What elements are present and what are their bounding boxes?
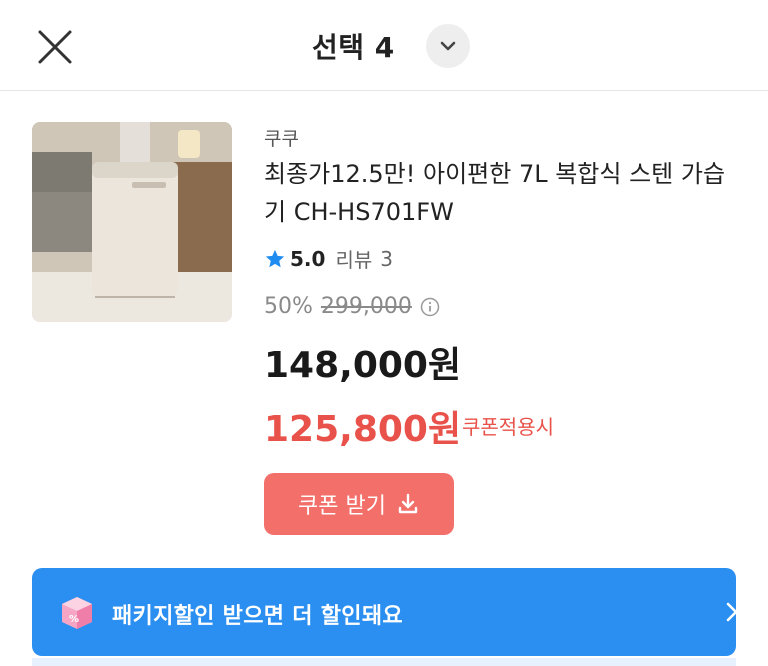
original-price: 299,000	[320, 294, 412, 319]
banner-text: 패키지할인 받으면 더 할인돼요	[112, 604, 403, 629]
chevron-right-icon	[726, 602, 738, 622]
rating-score: 5.0	[290, 246, 326, 271]
expand-button[interactable]	[426, 24, 470, 68]
product-title[interactable]: 최종가12.5만! 아이편한 7L 복합식 스텐 가습기 CH-HS701FW	[264, 155, 744, 231]
svg-text:%: %	[69, 614, 79, 625]
coupon-price: 125,800원	[264, 409, 462, 450]
rating-row[interactable]: 5.0 리뷰 3	[264, 244, 393, 273]
coupon-note: 쿠폰적용시	[462, 415, 554, 439]
review-count: 3	[380, 246, 393, 271]
star-icon	[265, 249, 285, 267]
info-icon[interactable]	[420, 297, 440, 317]
close-button[interactable]	[32, 24, 78, 70]
sale-price: 148,000원	[264, 345, 462, 386]
close-icon	[38, 30, 72, 64]
review-label: 리뷰	[335, 248, 373, 272]
chevron-down-icon	[440, 41, 456, 51]
get-coupon-button[interactable]: 쿠폰 받기	[264, 473, 454, 535]
humidifier-photo	[32, 122, 232, 322]
original-price-row: 50% 299,000	[264, 294, 440, 319]
package-discount-banner[interactable]: % 패키지할인 받으면 더 할인돼요	[32, 568, 738, 656]
brand-name: 쿠쿠	[264, 128, 299, 150]
coupon-button-label: 쿠폰 받기	[298, 494, 386, 519]
package-box-icon: %	[62, 597, 92, 629]
download-icon	[398, 493, 418, 514]
page-title: 선택 4	[312, 31, 395, 64]
product-image[interactable]	[32, 122, 232, 322]
discount-rate: 50%	[264, 294, 313, 319]
divider	[32, 658, 736, 666]
top-bar: 선택 4	[0, 0, 768, 91]
